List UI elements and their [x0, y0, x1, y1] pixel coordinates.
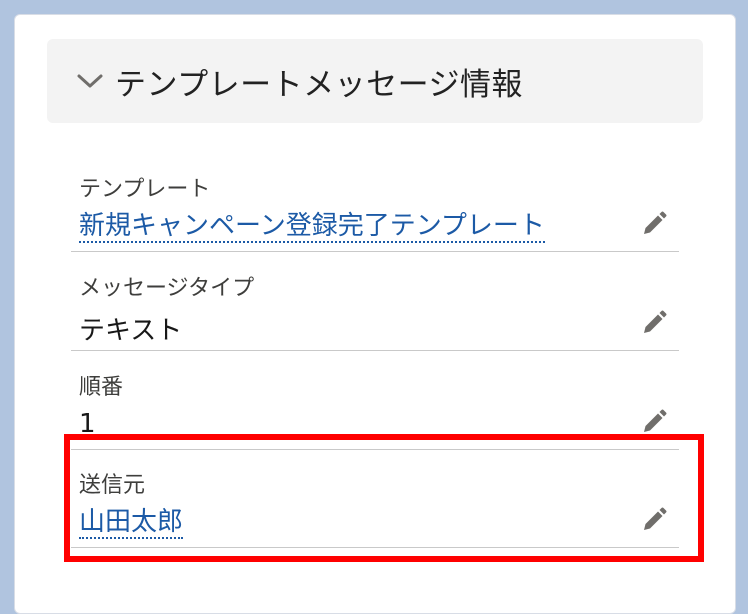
section-title: テンプレートメッセージ情報: [115, 66, 523, 103]
field-order: 順番 1: [71, 351, 679, 450]
pencil-icon[interactable]: [639, 308, 669, 338]
order-value: 1: [79, 409, 96, 439]
pencil-icon[interactable]: [639, 209, 669, 239]
field-template: テンプレート 新規キャンペーン登録完了テンプレート: [71, 153, 679, 252]
field-label: 順番: [79, 375, 124, 400]
message-type-value: テキスト: [79, 316, 183, 346]
field-label: メッセージタイプ: [79, 276, 255, 301]
chevron-down-icon[interactable]: [73, 66, 107, 96]
field-message-type: メッセージタイプ テキスト: [71, 252, 679, 351]
field-label: テンプレート: [79, 177, 211, 202]
section-header-toggle[interactable]: テンプレートメッセージ情報: [47, 39, 703, 123]
field-label: 送信元: [79, 473, 146, 498]
field-sender: 送信元 山田太郎: [71, 449, 679, 548]
detail-card: テンプレートメッセージ情報 テンプレート 新規キャンペーン登録完了テンプレート …: [14, 14, 736, 614]
sender-link[interactable]: 山田太郎: [79, 507, 184, 539]
pencil-icon[interactable]: [639, 407, 669, 437]
template-link[interactable]: 新規キャンペーン登録完了テンプレート: [79, 211, 545, 243]
pencil-icon[interactable]: [639, 505, 669, 535]
